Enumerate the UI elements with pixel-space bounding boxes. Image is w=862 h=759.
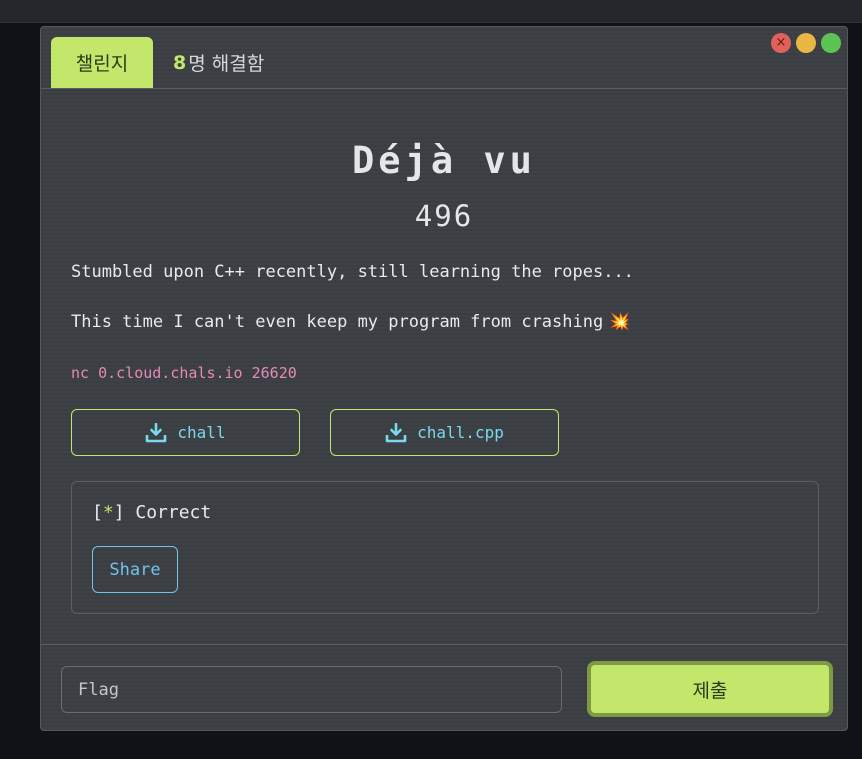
bracket-open: [ bbox=[92, 502, 103, 523]
connection-info: nc 0.cloud.chals.io 26620 bbox=[71, 364, 297, 382]
solves-count: 8 bbox=[173, 51, 187, 74]
result-text: Correct bbox=[124, 502, 212, 523]
status-star: * bbox=[102, 502, 114, 523]
download-icon bbox=[145, 422, 167, 443]
result-message: [*] Correct bbox=[92, 502, 211, 523]
download-icon bbox=[385, 422, 407, 443]
maximize-button[interactable] bbox=[821, 33, 841, 53]
description-text: This time I can't even keep my program f… bbox=[71, 312, 604, 332]
tab-challenge[interactable]: 챌린지 bbox=[51, 37, 153, 88]
description-line-1: Stumbled upon C++ recently, still learni… bbox=[71, 262, 634, 282]
submit-button[interactable]: 제출 bbox=[587, 661, 833, 717]
challenge-modal: 챌린지 8명 해결함 × Déjà vu 496 Stumbled upon C… bbox=[40, 26, 848, 731]
window-controls: × bbox=[771, 33, 841, 53]
tab-bar: 챌린지 8명 해결함 × bbox=[41, 27, 847, 89]
file-download-chall-cpp[interactable]: chall.cpp bbox=[330, 409, 559, 456]
flag-input[interactable] bbox=[61, 666, 562, 713]
challenge-value: 496 bbox=[414, 199, 474, 233]
close-button[interactable]: × bbox=[771, 33, 791, 53]
close-icon: × bbox=[775, 35, 787, 50]
top-bar bbox=[0, 0, 862, 23]
file-label: chall bbox=[177, 423, 226, 442]
tab-solves[interactable]: 8명 해결함 bbox=[173, 37, 264, 88]
solves-label: 명 해결함 bbox=[188, 53, 265, 75]
file-label: chall.cpp bbox=[417, 423, 504, 442]
submit-footer: 제출 bbox=[41, 644, 847, 731]
challenge-title: Déjà vu bbox=[352, 139, 536, 182]
minimize-button[interactable] bbox=[796, 33, 816, 53]
result-box: [*] Correct Share bbox=[71, 481, 819, 614]
bracket-close: ] bbox=[113, 502, 125, 523]
description-line-2: This time I can't even keep my program f… bbox=[71, 312, 630, 332]
collision-emoji: 💥 bbox=[609, 312, 631, 332]
file-download-chall[interactable]: chall bbox=[71, 409, 300, 456]
share-button[interactable]: Share bbox=[92, 546, 178, 593]
